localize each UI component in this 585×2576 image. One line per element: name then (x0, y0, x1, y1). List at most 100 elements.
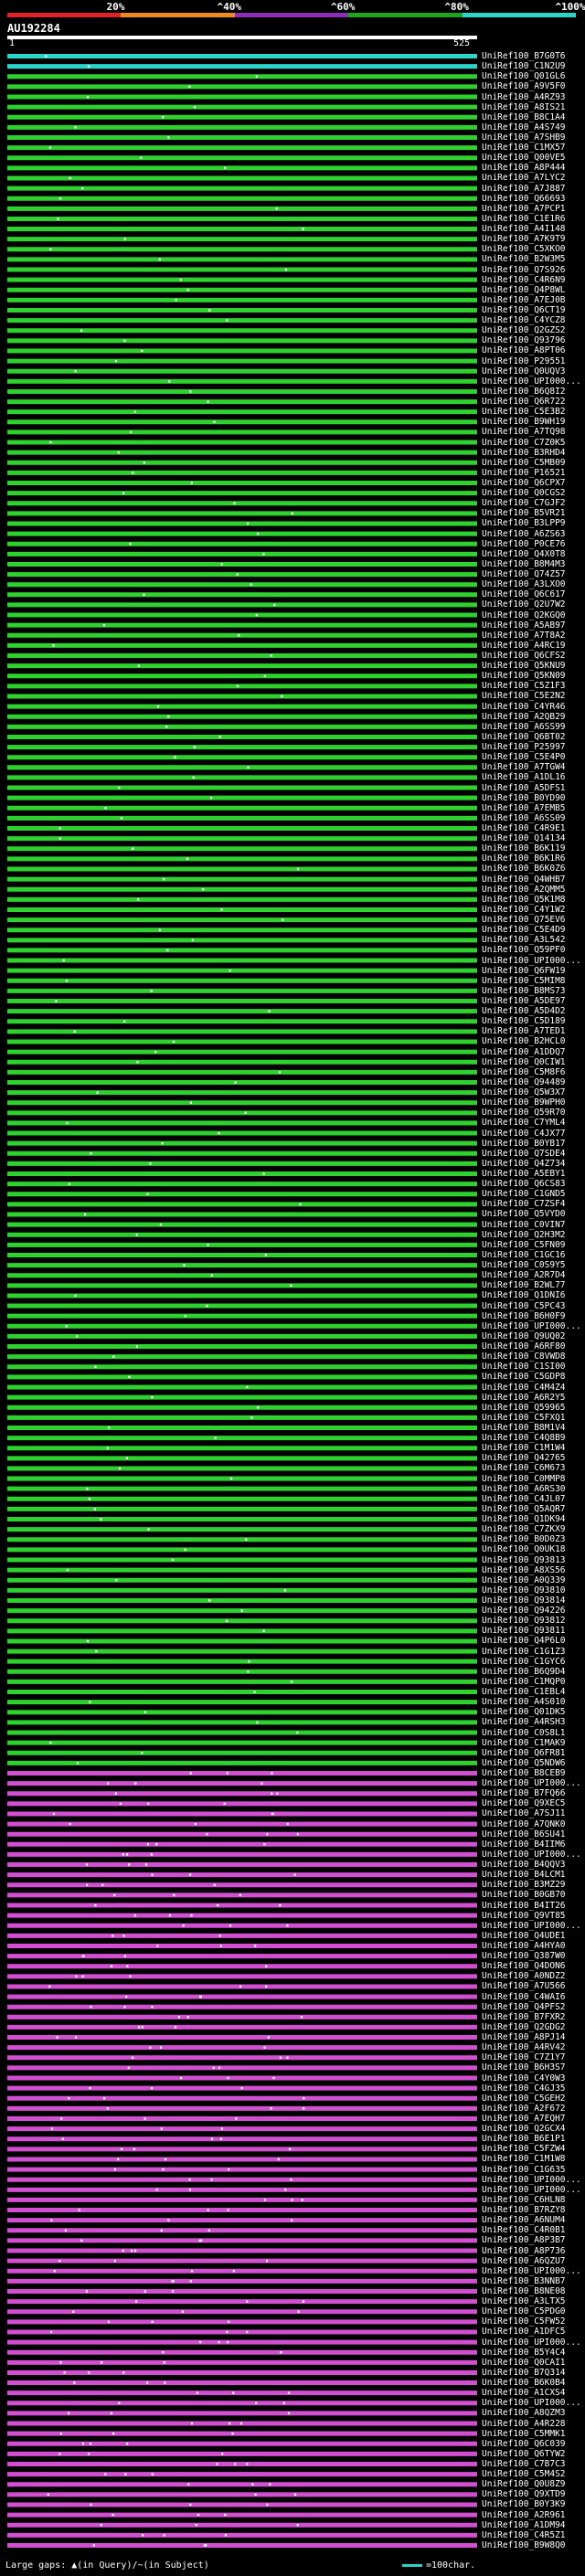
hit-label[interactable]: UniRef100_A7TED1 (482, 1026, 566, 1036)
hit-label[interactable]: UniRef100_B4LCM1 (482, 1870, 566, 1880)
hit-label[interactable]: UniRef100_A7J887 (482, 184, 566, 194)
hit-label[interactable]: UniRef100_B8M4M3 (482, 559, 566, 569)
hit-label[interactable]: UniRef100_C4YCZ8 (482, 315, 566, 325)
hit-label[interactable]: UniRef100_A4RV42 (482, 2042, 566, 2052)
hit-label[interactable]: UniRef100_B9W8Q0 (482, 2540, 566, 2550)
hit-label[interactable]: UniRef100_A4HYA0 (482, 1941, 566, 1951)
hit-label[interactable]: UniRef100_Q9XEC5 (482, 1798, 566, 1808)
hit-label[interactable]: UniRef100_C4Y1W2 (482, 905, 566, 915)
hit-label[interactable]: UniRef100_A9V5F0 (482, 81, 566, 91)
hit-label[interactable]: UniRef100_B3MZ29 (482, 1880, 566, 1890)
hit-label[interactable]: UniRef100_B5VR21 (482, 508, 566, 518)
hit-label[interactable]: UniRef100_C1MX57 (482, 143, 566, 153)
hit-label[interactable]: UniRef100_C4YR46 (482, 702, 566, 712)
hit-label[interactable]: UniRef100_C1EBL4 (482, 1687, 566, 1697)
hit-label[interactable]: UniRef100_B6H3S7 (482, 2062, 566, 2072)
hit-label[interactable]: UniRef100_B7FQ66 (482, 1788, 566, 1798)
hit-label[interactable]: UniRef100_B9WPH0 (482, 1097, 566, 1108)
hit-label[interactable]: UniRef100_Q93814 (482, 1595, 566, 1606)
hit-label[interactable]: UniRef100_C4R6N9 (482, 275, 566, 285)
hit-label[interactable]: UniRef100_C5FN09 (482, 1240, 566, 1250)
hit-label[interactable]: UniRef100_C7GJF2 (482, 498, 566, 508)
hit-label[interactable]: UniRef100_C0MMP8 (482, 1474, 566, 1484)
hit-label[interactable]: UniRef100_C5E2N2 (482, 691, 566, 701)
hit-label[interactable]: UniRef100_Q2U7W2 (482, 599, 566, 610)
hit-label[interactable]: UniRef100_Q6CFS2 (482, 651, 566, 661)
hit-label[interactable]: UniRef100_A6RS30 (482, 1484, 566, 1494)
hit-label[interactable]: UniRef100_C5MIM8 (482, 976, 566, 986)
hit-label[interactable]: UniRef100_UPI000... (482, 2175, 581, 2185)
hit-label[interactable]: UniRef100_A3LTX5 (482, 2296, 566, 2306)
hit-label[interactable]: UniRef100_A2R7D4 (482, 1270, 566, 1280)
hit-label[interactable]: UniRef100_A6R2Y5 (482, 1393, 566, 1403)
hit-label[interactable]: UniRef100_Q93796 (482, 335, 566, 345)
hit-label[interactable]: UniRef100_Q4X0T8 (482, 549, 566, 559)
hit-label[interactable]: UniRef100_A4I148 (482, 224, 566, 234)
hit-label[interactable]: UniRef100_Q2H3M2 (482, 1230, 566, 1240)
hit-label[interactable]: UniRef100_P25997 (482, 742, 566, 752)
hit-label[interactable]: UniRef100_Q7SDE4 (482, 1149, 566, 1159)
hit-label[interactable]: UniRef100_B6K1R6 (482, 853, 566, 864)
hit-label[interactable]: UniRef100_Q1DK94 (482, 1514, 566, 1524)
hit-label[interactable]: UniRef100_C1M1W8 (482, 2154, 566, 2164)
hit-label[interactable]: UniRef100_A7U566 (482, 1981, 566, 1991)
hit-label[interactable]: UniRef100_B3RHD4 (482, 448, 566, 458)
hit-label[interactable]: UniRef100_A6ZS63 (482, 529, 566, 539)
hit-label[interactable]: UniRef100_UPI000... (482, 2185, 581, 2195)
hit-label[interactable]: UniRef100_Q5K1M8 (482, 895, 566, 905)
hit-label[interactable]: UniRef100_C1GC16 (482, 1250, 566, 1260)
hit-label[interactable]: UniRef100_Q4UDE1 (482, 1931, 566, 1941)
hit-label[interactable]: UniRef100_Q6R722 (482, 397, 566, 407)
hit-label[interactable]: UniRef100_Q00VE5 (482, 153, 566, 163)
hit-label[interactable]: UniRef100_Q387W0 (482, 1951, 566, 1961)
hit-label[interactable]: UniRef100_C5GDP8 (482, 1372, 566, 1382)
hit-label[interactable]: UniRef100_A1DM94 (482, 2520, 566, 2530)
hit-label[interactable]: UniRef100_UPI000... (482, 376, 581, 387)
hit-label[interactable]: UniRef100_C1MQP0 (482, 1677, 566, 1687)
hit-label[interactable]: UniRef100_Q01DK5 (482, 1707, 566, 1717)
hit-label[interactable]: UniRef100_C1MAK9 (482, 1738, 566, 1748)
hit-label[interactable]: UniRef100_B0YB17 (482, 1139, 566, 1149)
hit-label[interactable]: UniRef100_C4JX77 (482, 1129, 566, 1139)
hit-label[interactable]: UniRef100_Q7S926 (482, 265, 566, 275)
hit-label[interactable]: UniRef100_B6H0F9 (482, 1311, 566, 1321)
hit-label[interactable]: UniRef100_B7FXR2 (482, 2012, 566, 2022)
hit-label[interactable]: UniRef100_B8M1V4 (482, 1423, 566, 1433)
hit-label[interactable]: UniRef100_A7EJ0B (482, 295, 566, 305)
hit-label[interactable]: UniRef100_C5M8F6 (482, 1067, 566, 1077)
hit-label[interactable]: UniRef100_Q4P6L0 (482, 1636, 566, 1646)
hit-label[interactable]: UniRef100_UPI000... (482, 1778, 581, 1788)
hit-label[interactable]: UniRef100_B6K0B4 (482, 2378, 566, 2388)
hit-label[interactable]: UniRef100_Q0CIW1 (482, 1057, 566, 1067)
hit-label[interactable]: UniRef100_C5E3B2 (482, 407, 566, 417)
hit-label[interactable]: UniRef100_C5PC43 (482, 1301, 566, 1311)
hit-label[interactable]: UniRef100_Q9XTD9 (482, 2489, 566, 2499)
hit-label[interactable]: UniRef100_P0CE76 (482, 539, 566, 549)
hit-label[interactable]: UniRef100_Q6FW19 (482, 966, 566, 976)
hit-label[interactable]: UniRef100_Q9UQ02 (482, 1331, 566, 1341)
hit-label[interactable]: UniRef100_C6HLN8 (482, 2195, 566, 2205)
hit-label[interactable]: UniRef100_B6K0Z6 (482, 864, 566, 874)
hit-label[interactable]: UniRef100_UPI000... (482, 1850, 581, 1860)
hit-label[interactable]: UniRef100_A1DFC5 (482, 2327, 566, 2337)
hit-label[interactable]: UniRef100_Q93812 (482, 1616, 566, 1626)
hit-label[interactable]: UniRef100_B2WL77 (482, 1280, 566, 1290)
hit-label[interactable]: UniRef100_A8PJ14 (482, 2032, 566, 2042)
hit-label[interactable]: UniRef100_A8P736 (482, 2246, 566, 2256)
hit-label[interactable]: UniRef100_B8MS73 (482, 986, 566, 996)
hit-label[interactable]: UniRef100_A4S010 (482, 1697, 566, 1707)
hit-label[interactable]: UniRef100_A7TGW4 (482, 762, 566, 772)
hit-label[interactable]: UniRef100_C4Y0W3 (482, 2073, 566, 2083)
hit-label[interactable]: UniRef100_A5DE97 (482, 996, 566, 1006)
hit-label[interactable]: UniRef100_C1E1R6 (482, 214, 566, 224)
hit-label[interactable]: UniRef100_B6SU41 (482, 1829, 566, 1839)
hit-label[interactable]: UniRef100_B6K119 (482, 843, 566, 853)
hit-label[interactable]: UniRef100_C5PDG0 (482, 2306, 566, 2316)
hit-label[interactable]: UniRef100_C6M673 (482, 1463, 566, 1473)
hit-label[interactable]: UniRef100_B0D0Z3 (482, 1534, 566, 1544)
hit-label[interactable]: UniRef100_Q59965 (482, 1403, 566, 1413)
hit-label[interactable]: UniRef100_C1M1W4 (482, 1443, 566, 1453)
hit-label[interactable]: UniRef100_Q6C039 (482, 2439, 566, 2449)
hit-label[interactable]: UniRef100_Q94489 (482, 1077, 566, 1087)
hit-label[interactable]: UniRef100_A1DDQ7 (482, 1047, 566, 1057)
